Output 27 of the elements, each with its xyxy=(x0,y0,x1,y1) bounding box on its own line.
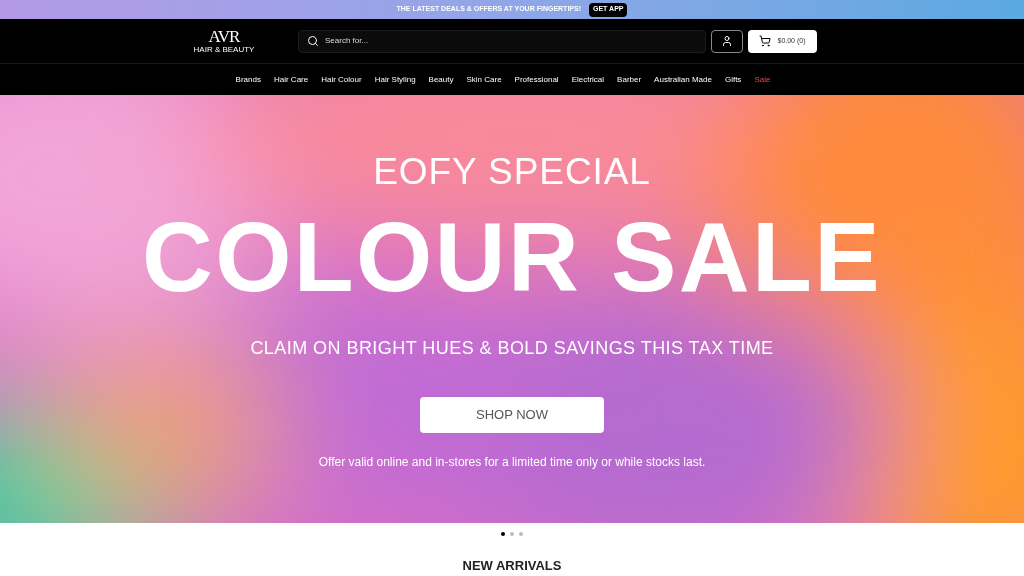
nav-link[interactable]: Gifts xyxy=(724,73,742,86)
nav-link[interactable]: Professional xyxy=(514,73,559,86)
nav-link[interactable]: Electrical xyxy=(571,73,605,86)
section-title: NEW ARRIVALS xyxy=(462,557,562,575)
nav-link[interactable]: Beauty xyxy=(428,73,454,86)
nav-link[interactable]: Brands xyxy=(235,73,261,86)
hero-subtitle: CLAIM ON BRIGHT HUES & BOLD SAVINGS THIS TAX TIME xyxy=(250,337,774,360)
hero-title: COLOUR SALE xyxy=(141,202,883,312)
user-icon xyxy=(721,35,733,47)
logo[interactable]: AVR HAIR & BEAUTY xyxy=(186,28,262,54)
nav-link[interactable]: Hair Care xyxy=(273,73,309,86)
search-input[interactable]: Search for... xyxy=(325,35,697,47)
offer-note: Offer valid online and in-stores for a limited time only or while stocks last. xyxy=(318,454,706,471)
account-button[interactable] xyxy=(711,29,743,53)
nav-link[interactable]: Australian Made xyxy=(654,73,712,86)
search-icon xyxy=(307,35,319,47)
cart-icon xyxy=(759,35,772,47)
hero-eyebrow: EOFY SPECIAL xyxy=(373,150,651,194)
shop-now-button[interactable]: SHOP NOW xyxy=(420,397,604,433)
logo-tagline: HAIR & BEAUTY xyxy=(193,45,255,54)
nav-link[interactable]: Skin Care xyxy=(466,73,502,86)
search-field[interactable]: Search for... xyxy=(298,29,706,53)
nav-link[interactable]: Sale xyxy=(754,73,771,86)
nav-link[interactable]: Hair Styling xyxy=(374,73,416,86)
nav-link[interactable]: Hair Colour xyxy=(321,73,362,86)
logo-mark: AVR xyxy=(208,28,240,45)
nav-link[interactable]: Barber xyxy=(617,73,642,86)
